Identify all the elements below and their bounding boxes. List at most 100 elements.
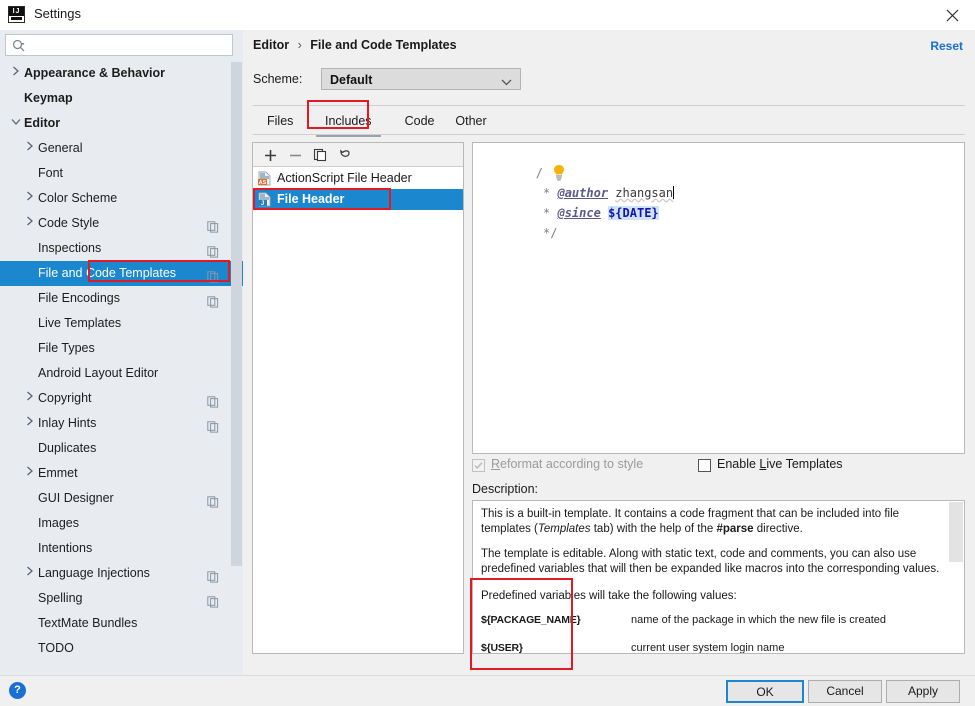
scheme-value: Default xyxy=(330,73,373,87)
sidebar-item-gui-designer[interactable]: GUI Designer xyxy=(0,486,243,511)
header-divider xyxy=(253,105,965,106)
chevron-right-icon[interactable] xyxy=(24,386,36,411)
remove-button[interactable] xyxy=(286,146,304,164)
code-line-1: * @author zhangsan xyxy=(535,186,675,200)
sidebar-item-inspections[interactable]: Inspections xyxy=(0,236,243,261)
breadcrumb-current: File and Code Templates xyxy=(310,38,457,52)
tab-files[interactable]: Files xyxy=(258,108,302,134)
template-list[interactable]: AS ActionScript File Header J File Header xyxy=(253,168,463,653)
sidebar-item-appearance-behavior[interactable]: Appearance & Behavior xyxy=(0,61,243,86)
search-box[interactable] xyxy=(5,34,233,56)
add-button[interactable] xyxy=(261,146,279,164)
sidebar-item-label: Code Style xyxy=(38,216,100,230)
live-templates-checkbox[interactable] xyxy=(698,459,711,472)
sidebar-item-general[interactable]: General xyxy=(0,136,243,161)
list-item-label: File Header xyxy=(277,192,345,206)
template-tabs[interactable]: Files Includes Code Other xyxy=(253,108,965,137)
list-item[interactable]: J File Header xyxy=(253,189,463,210)
description-para-1: This is a built-in template. It contains… xyxy=(481,508,900,535)
settings-dialog: IJ Settings Appearance & Behavior Keymap E… xyxy=(0,0,975,706)
chevron-right-icon[interactable] xyxy=(24,186,36,211)
sidebar-item-code-style[interactable]: Code Style xyxy=(0,211,243,236)
sidebar-item-file-and-code-templates[interactable]: File and Code Templates xyxy=(0,261,243,286)
chevron-right-icon[interactable] xyxy=(24,461,36,486)
chevron-right-icon[interactable] xyxy=(10,61,22,86)
sidebar-item-label: Duplicates xyxy=(38,441,97,455)
sidebar-item-inlay-hints[interactable]: Inlay Hints xyxy=(0,411,243,436)
copy-icon[interactable] xyxy=(311,146,329,164)
sidebar-item-emmet[interactable]: Emmet xyxy=(0,461,243,486)
close-icon[interactable] xyxy=(929,0,975,30)
chevron-right-icon[interactable] xyxy=(24,136,36,161)
sidebar-item-android-layout-editor[interactable]: Android Layout Editor xyxy=(0,361,243,386)
copy-icon xyxy=(207,267,219,283)
table-row: ${USER} current user system login name xyxy=(481,638,940,654)
sidebar-item-label: Inspections xyxy=(38,241,102,255)
sidebar-item-label: Images xyxy=(38,516,79,530)
code-line-2: * @since ${DATE} xyxy=(535,206,659,220)
dialog-footer: ? OK Cancel Apply xyxy=(0,675,975,706)
ok-button[interactable]: OK xyxy=(726,680,804,703)
sidebar-item-label: Keymap xyxy=(24,91,73,105)
sidebar-item-spelling[interactable]: Spelling xyxy=(0,586,243,611)
description-para-2: The template is editable. Along with sta… xyxy=(481,548,940,575)
sidebar-item-font[interactable]: Font xyxy=(0,161,243,186)
chevron-right-icon[interactable] xyxy=(24,561,36,586)
sidebar-item-editor[interactable]: Editor xyxy=(0,111,243,136)
sidebar-item-label: TextMate Bundles xyxy=(38,616,138,630)
sidebar-item-copyright[interactable]: Copyright xyxy=(0,386,243,411)
description-label: Description: xyxy=(472,482,538,496)
sidebar-item-label: File Types xyxy=(38,341,95,355)
chevron-right-icon[interactable] xyxy=(24,211,36,236)
sidebar-scrollbar-thumb[interactable] xyxy=(231,62,242,566)
settings-tree[interactable]: Appearance & Behavior Keymap Editor General… xyxy=(0,61,243,669)
sidebar-item-images[interactable]: Images xyxy=(0,511,243,536)
list-item[interactable]: AS ActionScript File Header xyxy=(253,168,463,189)
scheme-label: Scheme: xyxy=(253,72,303,86)
window-title: Settings xyxy=(34,6,81,21)
sidebar-item-todo[interactable]: TODO xyxy=(0,636,243,661)
description-text: This is a built-in template. It contains… xyxy=(473,501,948,654)
search-input[interactable] xyxy=(32,37,232,56)
variable-name: ${USER} xyxy=(481,642,523,654)
sidebar-item-keymap[interactable]: Keymap xyxy=(0,86,243,111)
sidebar-item-textmate-bundles[interactable]: TextMate Bundles xyxy=(0,611,243,636)
sidebar-item-file-encodings[interactable]: File Encodings xyxy=(0,286,243,311)
reformat-checkbox xyxy=(472,459,485,472)
copy-icon xyxy=(207,417,219,433)
reset-link[interactable]: Reset xyxy=(930,39,963,53)
reformat-label: Reformat according to style xyxy=(491,457,644,471)
description-scrollbar-track[interactable] xyxy=(949,501,964,653)
sidebar-item-language-injections[interactable]: Language Injections xyxy=(0,561,243,586)
variable-name: ${PACKAGE_NAME} xyxy=(481,614,581,626)
sidebar-item-color-scheme[interactable]: Color Scheme xyxy=(0,186,243,211)
chevron-right-icon[interactable] xyxy=(24,411,36,436)
sidebar-item-label: Copyright xyxy=(38,391,92,405)
sidebar-item-label: File and Code Templates xyxy=(38,266,177,280)
chevron-down-icon xyxy=(501,75,512,89)
intellij-idea-icon: IJ xyxy=(8,6,25,23)
description-panel[interactable]: This is a built-in template. It contains… xyxy=(472,500,965,654)
live-templates-label: Enable Live Templates xyxy=(717,457,843,471)
tab-other[interactable]: Other xyxy=(446,108,495,134)
template-editor[interactable]: / * @author zhangsan * @since ${DATE} */ xyxy=(472,142,965,454)
undo-icon[interactable] xyxy=(336,146,354,164)
sidebar-item-file-types[interactable]: File Types xyxy=(0,336,243,361)
settings-content: Editor › File and Code Templates Reset S… xyxy=(243,30,975,675)
tab-includes[interactable]: Includes xyxy=(316,108,381,137)
sidebar-item-intentions[interactable]: Intentions xyxy=(0,536,243,561)
predefined-variables-table: ${PACKAGE_NAME} name of the package in wh… xyxy=(481,610,940,654)
sidebar-item-label: GUI Designer xyxy=(38,491,114,505)
chevron-down-icon[interactable] xyxy=(10,111,22,136)
sidebar-item-label: Editor xyxy=(24,116,61,130)
description-scrollbar-thumb[interactable] xyxy=(949,502,963,562)
sidebar-item-label: Intentions xyxy=(38,541,93,555)
apply-button[interactable]: Apply xyxy=(886,680,960,703)
sidebar-item-duplicates[interactable]: Duplicates xyxy=(0,436,243,461)
scheme-select[interactable]: Default xyxy=(321,68,521,90)
sidebar-item-live-templates[interactable]: Live Templates xyxy=(0,311,243,336)
breadcrumb-root[interactable]: Editor xyxy=(253,38,289,52)
cancel-button[interactable]: Cancel xyxy=(808,680,882,703)
tab-code[interactable]: Code xyxy=(396,108,444,134)
help-icon[interactable]: ? xyxy=(9,682,26,699)
